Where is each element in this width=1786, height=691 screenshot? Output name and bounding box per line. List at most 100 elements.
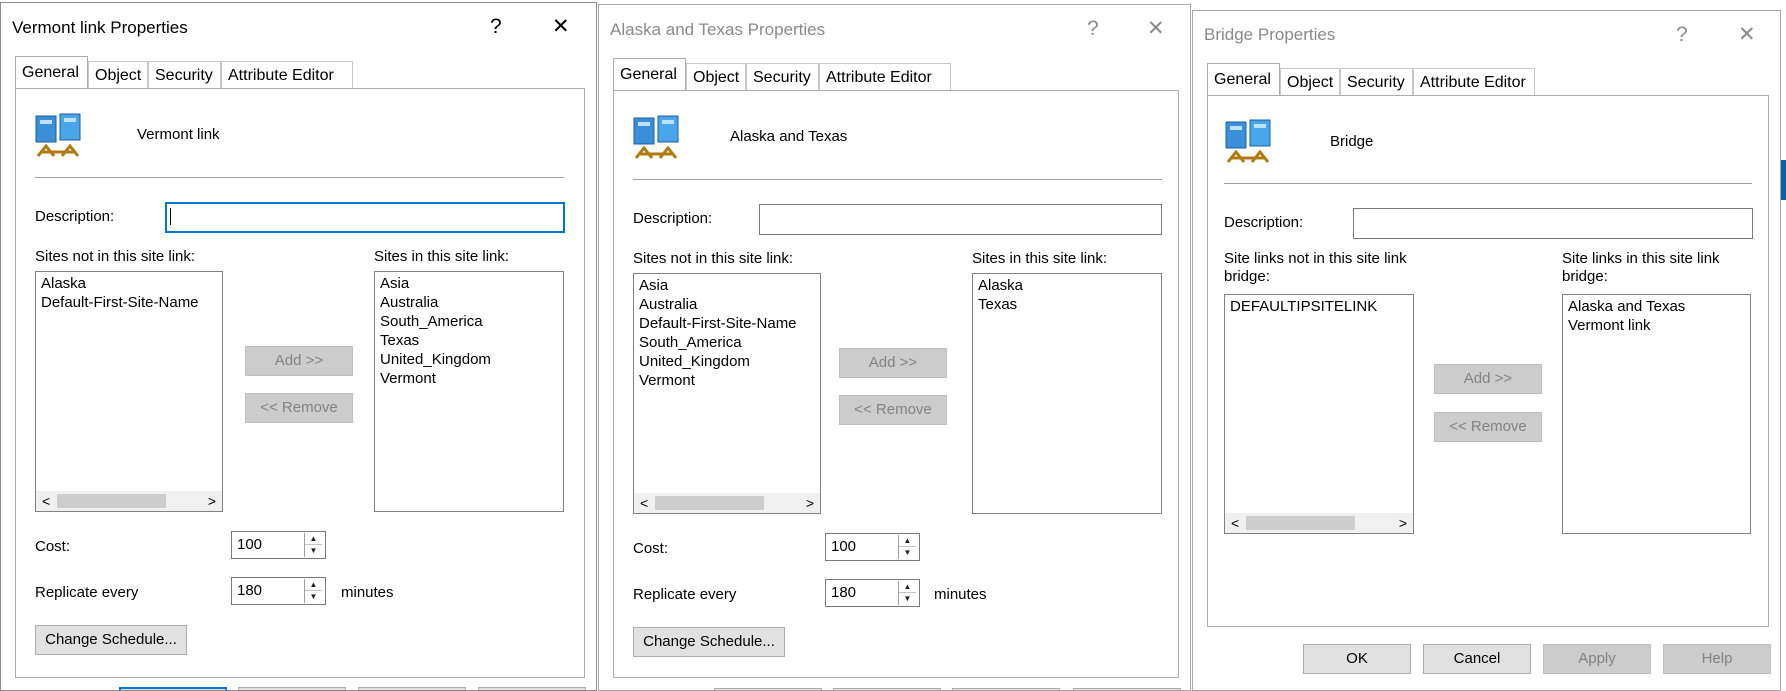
scroll-thumb[interactable]	[57, 494, 166, 508]
list-item[interactable]: Vermont link	[1568, 317, 1651, 335]
object-name: Alaska and Texas	[730, 128, 848, 145]
cost-spin-buttons[interactable]: ▲ ▼	[898, 535, 916, 559]
tab-object[interactable]: Object	[1280, 68, 1340, 95]
spin-down-icon[interactable]: ▼	[899, 593, 916, 605]
description-input[interactable]	[165, 202, 565, 233]
site-links-not-in-bridge-list[interactable]: DEFAULTIPSITELINK < >	[1224, 294, 1414, 534]
tab-general[interactable]: General	[15, 56, 88, 88]
list-item[interactable]: Asia	[380, 275, 409, 293]
tab-security[interactable]: Security	[148, 61, 221, 88]
replicate-spin-buttons[interactable]: ▲ ▼	[898, 581, 916, 605]
title-bar[interactable]: Bridge Properties ? ✕	[1193, 11, 1780, 61]
list-item[interactable]: South_America	[380, 313, 483, 331]
sites-in-link-list[interactable]: Alaska Texas	[972, 273, 1162, 514]
list-item[interactable]: United_Kingdom	[380, 351, 491, 369]
site-links-in-bridge-label: Site links in this site link bridge:	[1562, 250, 1720, 285]
horizontal-scrollbar[interactable]: < >	[634, 493, 820, 513]
remove-button[interactable]: << Remove	[1434, 412, 1542, 442]
spin-up-icon[interactable]: ▲	[899, 581, 916, 593]
tab-security[interactable]: Security	[746, 63, 819, 90]
scroll-right-arrow-icon[interactable]: >	[806, 493, 814, 513]
list-item[interactable]: Default-First-Site-Name	[639, 315, 797, 333]
ok-button[interactable]: OK	[1303, 644, 1411, 674]
tab-object[interactable]: Object	[686, 63, 746, 90]
cost-stepper[interactable]: 100 ▲ ▼	[231, 531, 326, 559]
spin-down-icon[interactable]: ▼	[305, 545, 322, 557]
sites-not-in-link-list[interactable]: Asia Australia Default-First-Site-Name S…	[633, 273, 821, 514]
tab-security[interactable]: Security	[1340, 68, 1413, 95]
replicate-spin-buttons[interactable]: ▲ ▼	[304, 579, 322, 603]
list-item[interactable]: South_America	[639, 334, 742, 352]
title-bar[interactable]: Vermont link Properties ? ✕	[1, 3, 596, 53]
remove-button[interactable]: << Remove	[245, 393, 353, 423]
spin-up-icon[interactable]: ▲	[305, 579, 322, 591]
description-input[interactable]	[1353, 208, 1753, 239]
text-caret	[170, 208, 171, 225]
cost-stepper[interactable]: 100 ▲ ▼	[825, 533, 920, 561]
site-link-icon	[633, 115, 679, 159]
replicate-stepper[interactable]: 180 ▲ ▼	[825, 579, 920, 607]
tab-attribute-editor[interactable]: Attribute Editor	[221, 61, 353, 88]
list-item[interactable]: Default-First-Site-Name	[41, 294, 199, 312]
scroll-right-arrow-icon[interactable]: >	[208, 491, 216, 511]
title-bar[interactable]: Alaska and Texas Properties ? ✕	[599, 5, 1190, 55]
add-button[interactable]: Add >>	[839, 348, 947, 378]
scroll-left-arrow-icon[interactable]: <	[640, 493, 648, 513]
partial-button[interactable]	[478, 687, 586, 690]
spin-up-icon[interactable]: ▲	[899, 535, 916, 547]
help-button[interactable]: Help	[1663, 644, 1771, 674]
scroll-thumb[interactable]	[1246, 516, 1355, 530]
replicate-stepper[interactable]: 180 ▲ ▼	[231, 577, 326, 605]
scroll-right-arrow-icon[interactable]: >	[1399, 513, 1407, 533]
list-item[interactable]: Alaska	[41, 275, 86, 293]
scroll-thumb[interactable]	[655, 496, 764, 510]
sites-in-link-list[interactable]: Asia Australia South_America Texas Unite…	[374, 271, 564, 512]
list-item[interactable]: DEFAULTIPSITELINK	[1230, 298, 1377, 316]
partial-button[interactable]	[358, 687, 466, 690]
list-item[interactable]: Alaska and Texas	[1568, 298, 1685, 316]
change-schedule-button[interactable]: Change Schedule...	[35, 625, 187, 655]
cancel-button[interactable]: Cancel	[1423, 644, 1531, 674]
description-label: Description:	[35, 208, 115, 225]
horizontal-scrollbar[interactable]: < >	[1225, 513, 1413, 533]
spin-down-icon[interactable]: ▼	[305, 591, 322, 603]
list-item[interactable]: Australia	[639, 296, 697, 314]
add-button[interactable]: Add >>	[1434, 364, 1542, 394]
tab-object[interactable]: Object	[88, 61, 148, 88]
remove-button[interactable]: << Remove	[839, 395, 947, 425]
list-item[interactable]: Vermont	[380, 370, 436, 388]
sites-not-in-link-list[interactable]: Alaska Default-First-Site-Name < >	[35, 271, 223, 512]
partial-button[interactable]	[238, 687, 346, 690]
list-item[interactable]: Texas	[380, 332, 419, 350]
add-button[interactable]: Add >>	[245, 346, 353, 376]
spin-down-icon[interactable]: ▼	[899, 547, 916, 559]
tab-general[interactable]: General	[613, 58, 686, 90]
list-item[interactable]: Asia	[639, 277, 668, 295]
close-icon[interactable]: ✕	[552, 15, 570, 39]
partial-button[interactable]	[119, 687, 227, 690]
spin-up-icon[interactable]: ▲	[305, 533, 322, 545]
close-icon[interactable]: ✕	[1147, 17, 1165, 41]
scroll-left-arrow-icon[interactable]: <	[1231, 513, 1239, 533]
description-input[interactable]	[759, 204, 1162, 235]
help-icon[interactable]: ?	[1087, 17, 1099, 41]
help-icon[interactable]: ?	[1676, 23, 1688, 47]
cost-spin-buttons[interactable]: ▲ ▼	[304, 533, 322, 557]
tab-attribute-editor[interactable]: Attribute Editor	[1413, 68, 1535, 95]
close-icon[interactable]: ✕	[1738, 23, 1756, 47]
change-schedule-button[interactable]: Change Schedule...	[633, 627, 785, 657]
list-item[interactable]: United_Kingdom	[639, 353, 750, 371]
tab-attribute-editor[interactable]: Attribute Editor	[819, 63, 951, 90]
list-item[interactable]: Vermont	[639, 372, 695, 390]
list-item[interactable]: Australia	[380, 294, 438, 312]
site-links-in-bridge-list[interactable]: Alaska and Texas Vermont link	[1562, 294, 1751, 534]
apply-button[interactable]: Apply	[1543, 644, 1651, 674]
description-label: Description:	[1224, 214, 1304, 231]
sites-not-in-link-label: Sites not in this site link:	[35, 248, 196, 265]
tab-general[interactable]: General	[1207, 63, 1280, 95]
horizontal-scrollbar[interactable]: < >	[36, 491, 222, 511]
list-item[interactable]: Texas	[978, 296, 1017, 314]
help-icon[interactable]: ?	[490, 15, 502, 39]
list-item[interactable]: Alaska	[978, 277, 1023, 295]
scroll-left-arrow-icon[interactable]: <	[42, 491, 50, 511]
